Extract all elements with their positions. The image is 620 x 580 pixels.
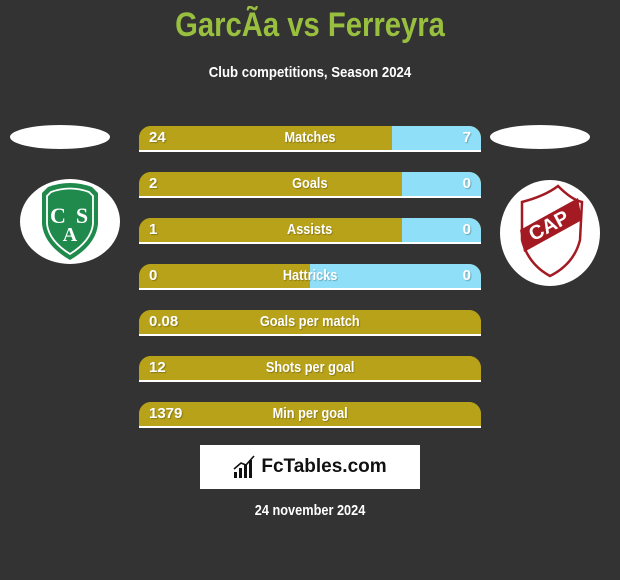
stat-label: Goals per match [260, 313, 360, 330]
page-title: GarcÃa vs Ferreyra [175, 6, 445, 44]
right-value: 0 [462, 221, 471, 238]
stat-row-assists: 1 Assists 0 [139, 218, 481, 244]
fctables-brand[interactable]: FcTables.com [200, 445, 420, 489]
stat-label: Min per goal [272, 405, 348, 422]
stat-row-shots-per-goal: 12 Shots per goal [139, 356, 481, 382]
right-team-logo[interactable]: CAP [500, 180, 600, 286]
right-value: 0 [462, 175, 471, 192]
bar-chart-icon [233, 455, 255, 478]
brand-text: FcTables.com [261, 456, 387, 477]
stat-label: Shots per goal [265, 359, 355, 376]
stat-row-goals: 2 Goals 0 [139, 172, 481, 198]
stat-label: Goals [292, 175, 328, 192]
badge-letter-a: A [63, 224, 78, 246]
sarmiento-shield-icon: C S A [42, 183, 98, 260]
platense-shield-icon: CAP [520, 184, 584, 278]
stat-row-min-per-goal: 1379 Min per goal [139, 402, 481, 428]
stat-label: Assists [287, 221, 333, 238]
stat-row-matches: 24 Matches 7 [139, 126, 481, 152]
stat-row-goals-per-match: 0.08 Goals per match [139, 310, 481, 336]
right-value: 0 [462, 267, 471, 284]
left-team-logo[interactable]: C S A [20, 179, 120, 264]
badge-letter-s: S [76, 203, 88, 228]
stat-row-hattricks: 0 Hattricks 0 [139, 264, 481, 290]
stat-label: Hattricks [282, 267, 338, 284]
page-subtitle: Club competitions, Season 2024 [208, 64, 412, 81]
stat-label: Matches [284, 129, 336, 146]
left-player-placeholder [10, 125, 110, 149]
right-value: 7 [462, 129, 471, 146]
right-player-placeholder [490, 125, 590, 149]
date-label: 24 november 2024 [254, 502, 366, 519]
